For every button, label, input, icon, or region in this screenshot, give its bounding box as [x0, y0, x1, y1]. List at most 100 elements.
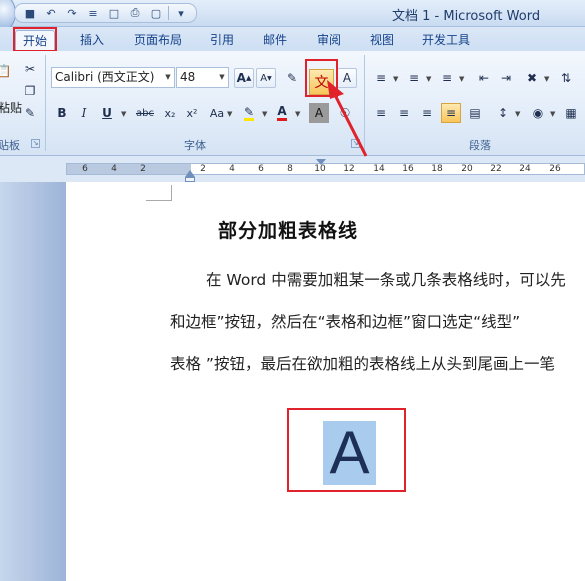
tab-developer[interactable]: 开发工具 — [416, 30, 476, 51]
home-tab-highlight — [13, 27, 57, 52]
ruler-number: 18 — [431, 164, 443, 174]
format-icon[interactable]: ≡ — [84, 5, 102, 21]
quick-access-toolbar: ■ ↶ ↷ ≡ □ ⎙ ▢ ▾ — [14, 3, 197, 23]
borders-icon[interactable]: ▦ — [561, 103, 581, 123]
bullets-icon[interactable]: ≡ — [371, 68, 391, 88]
grow-font-button[interactable]: A ▲ — [234, 68, 254, 88]
ruler-number: 8 — [287, 164, 293, 174]
font-group-label: 字体 — [184, 139, 206, 152]
qat-separator — [168, 6, 169, 20]
hanging-indent-marker[interactable] — [185, 170, 195, 177]
chevron-down-icon[interactable]: ▼ — [262, 110, 267, 118]
cut-icon[interactable]: ✂ — [20, 59, 40, 79]
ruler-number: 24 — [519, 164, 531, 174]
strikethrough-button[interactable]: abc — [132, 103, 158, 123]
ruler-number: 10 — [314, 164, 326, 174]
character-shading-button[interactable]: A — [309, 103, 329, 123]
tab-stop-marker[interactable] — [316, 159, 326, 165]
document-page[interactable]: 部分加粗表格线 在 Word 中需要加粗某一条或几条表格线时，可以先 和边框”按… — [66, 182, 585, 581]
font-name-value: Calibri (西文正文) — [55, 70, 155, 84]
margin-corner-mark — [146, 185, 172, 201]
chevron-down-icon[interactable]: ▼ — [227, 110, 232, 118]
save-icon[interactable]: ■ — [21, 5, 39, 21]
grow-font-icon: A — [236, 71, 246, 85]
numbering-icon[interactable]: ≡ — [404, 68, 424, 88]
ruler-number: 2 — [140, 164, 146, 174]
decrease-indent-icon[interactable]: ⇤ — [474, 68, 494, 88]
new-doc-icon[interactable]: ▢ — [147, 5, 165, 21]
bold-button[interactable]: B — [52, 103, 72, 123]
change-case-button[interactable]: Aa — [205, 103, 229, 123]
multilevel-list-icon[interactable]: ≡ — [437, 68, 457, 88]
clear-format-icon[interactable]: ✎ — [282, 68, 302, 88]
font-name-select[interactable]: Calibri (西文正文) ▼ — [51, 67, 175, 88]
italic-button[interactable]: I — [74, 103, 94, 123]
shrink-font-button[interactable]: A ▼ — [256, 68, 276, 88]
sort-icon[interactable]: ⇅ — [556, 68, 576, 88]
align-left-icon[interactable]: ≡ — [371, 103, 391, 123]
font-color-button[interactable]: A — [272, 103, 292, 123]
font-size-select[interactable]: 48 ▼ — [176, 67, 229, 88]
shrink-font-icon: A — [260, 72, 268, 84]
increase-indent-icon[interactable]: ⇥ — [496, 68, 516, 88]
highlight-color-button[interactable]: ✎ — [239, 103, 259, 123]
justify-icon[interactable]: ≡ — [441, 103, 461, 123]
superscript-button[interactable]: x² — [182, 103, 202, 123]
chevron-down-icon[interactable]: ▼ — [550, 110, 555, 118]
preview-icon[interactable]: □ — [105, 5, 123, 21]
title-bar: ■ ↶ ↷ ≡ □ ⎙ ▢ ▾ 文档 1 - Microsoft Word — [0, 0, 585, 32]
chevron-down-icon[interactable]: ▼ — [426, 75, 431, 83]
ruler-number: 20 — [461, 164, 473, 174]
chevron-down-icon[interactable]: ▼ — [515, 110, 520, 118]
format-painter-icon[interactable]: ✎ — [20, 103, 40, 123]
tab-review[interactable]: 审阅 — [309, 30, 349, 51]
ruler-number: 22 — [490, 164, 502, 174]
line-spacing-icon[interactable]: ↕ — [493, 103, 513, 123]
ruler-number: 2 — [200, 164, 206, 174]
tab-mailings[interactable]: 邮件 — [255, 30, 295, 51]
tab-references[interactable]: 引用 — [202, 30, 242, 51]
shading-icon[interactable]: ◉ — [528, 103, 548, 123]
ruler-number: 12 — [343, 164, 355, 174]
align-right-icon[interactable]: ≡ — [417, 103, 437, 123]
print-icon[interactable]: ⎙ — [126, 5, 144, 21]
enclose-characters-icon[interactable]: ☉ — [335, 103, 355, 123]
clipboard-group-label: 贴板 — [0, 139, 20, 152]
font-size-value: 48 — [180, 70, 196, 84]
redo-icon[interactable]: ↷ — [63, 5, 81, 21]
horizontal-ruler[interactable]: 6 4 2 2 4 6 8 10 12 14 16 18 20 22 24 26 — [0, 156, 585, 182]
clipboard-launcher[interactable]: ↘ — [31, 139, 40, 148]
tab-insert[interactable]: 插入 — [70, 30, 114, 51]
chevron-down-icon[interactable]: ▼ — [121, 110, 126, 118]
chevron-down-icon[interactable]: ▼ — [393, 75, 398, 83]
character-border-icon: A — [342, 71, 352, 85]
undo-icon[interactable]: ↶ — [42, 5, 60, 21]
character-border-button[interactable]: A — [337, 68, 357, 88]
ruler-number: 6 — [258, 164, 264, 174]
tab-page-layout[interactable]: 页面布局 — [128, 30, 188, 51]
paste-icon[interactable]: 📋 — [0, 61, 14, 81]
ruler-number: 4 — [229, 164, 235, 174]
document-heading[interactable]: 部分加粗表格线 — [218, 216, 358, 243]
paragraph-line[interactable]: 和边框”按钮，然后在“表格和边框”窗口选定“线型” — [170, 310, 520, 332]
distributed-icon[interactable]: ▤ — [465, 103, 485, 123]
subscript-button[interactable]: x₂ — [160, 103, 180, 123]
chinese-layout-icon[interactable]: ✖ — [522, 68, 542, 88]
chevron-down-icon[interactable]: ▼ — [459, 75, 464, 83]
highlighter-icon: ✎ — [243, 104, 255, 121]
underline-button[interactable]: U — [97, 103, 117, 123]
ribbon: 📋 粘贴 ✂ ❐ ✎ 贴板 ↘ Calibri (西文正文) ▼ 48 ▼ A ▲… — [0, 51, 585, 156]
chevron-down-icon[interactable]: ▼ — [295, 110, 300, 118]
chevron-down-icon[interactable]: ▼ — [544, 75, 549, 83]
chevron-down-icon: ▼ — [219, 73, 225, 81]
customize-icon[interactable]: ▾ — [172, 5, 190, 21]
character-shading-icon: A — [314, 106, 324, 120]
window-title: 文档 1 - Microsoft Word — [392, 9, 541, 24]
paragraph-line[interactable]: 表格 ”按钮，最后在欲加粗的表格线上从头到尾画上一笔 — [170, 352, 555, 374]
paragraph-line[interactable]: 在 Word 中需要加粗某一条或几条表格线时，可以先 — [206, 268, 566, 290]
align-center-icon[interactable]: ≡ — [394, 103, 414, 123]
copy-icon[interactable]: ❐ — [20, 81, 40, 101]
font-launcher[interactable]: ↘ — [351, 139, 360, 148]
group-separator — [364, 55, 365, 151]
tab-view[interactable]: 视图 — [362, 30, 402, 51]
